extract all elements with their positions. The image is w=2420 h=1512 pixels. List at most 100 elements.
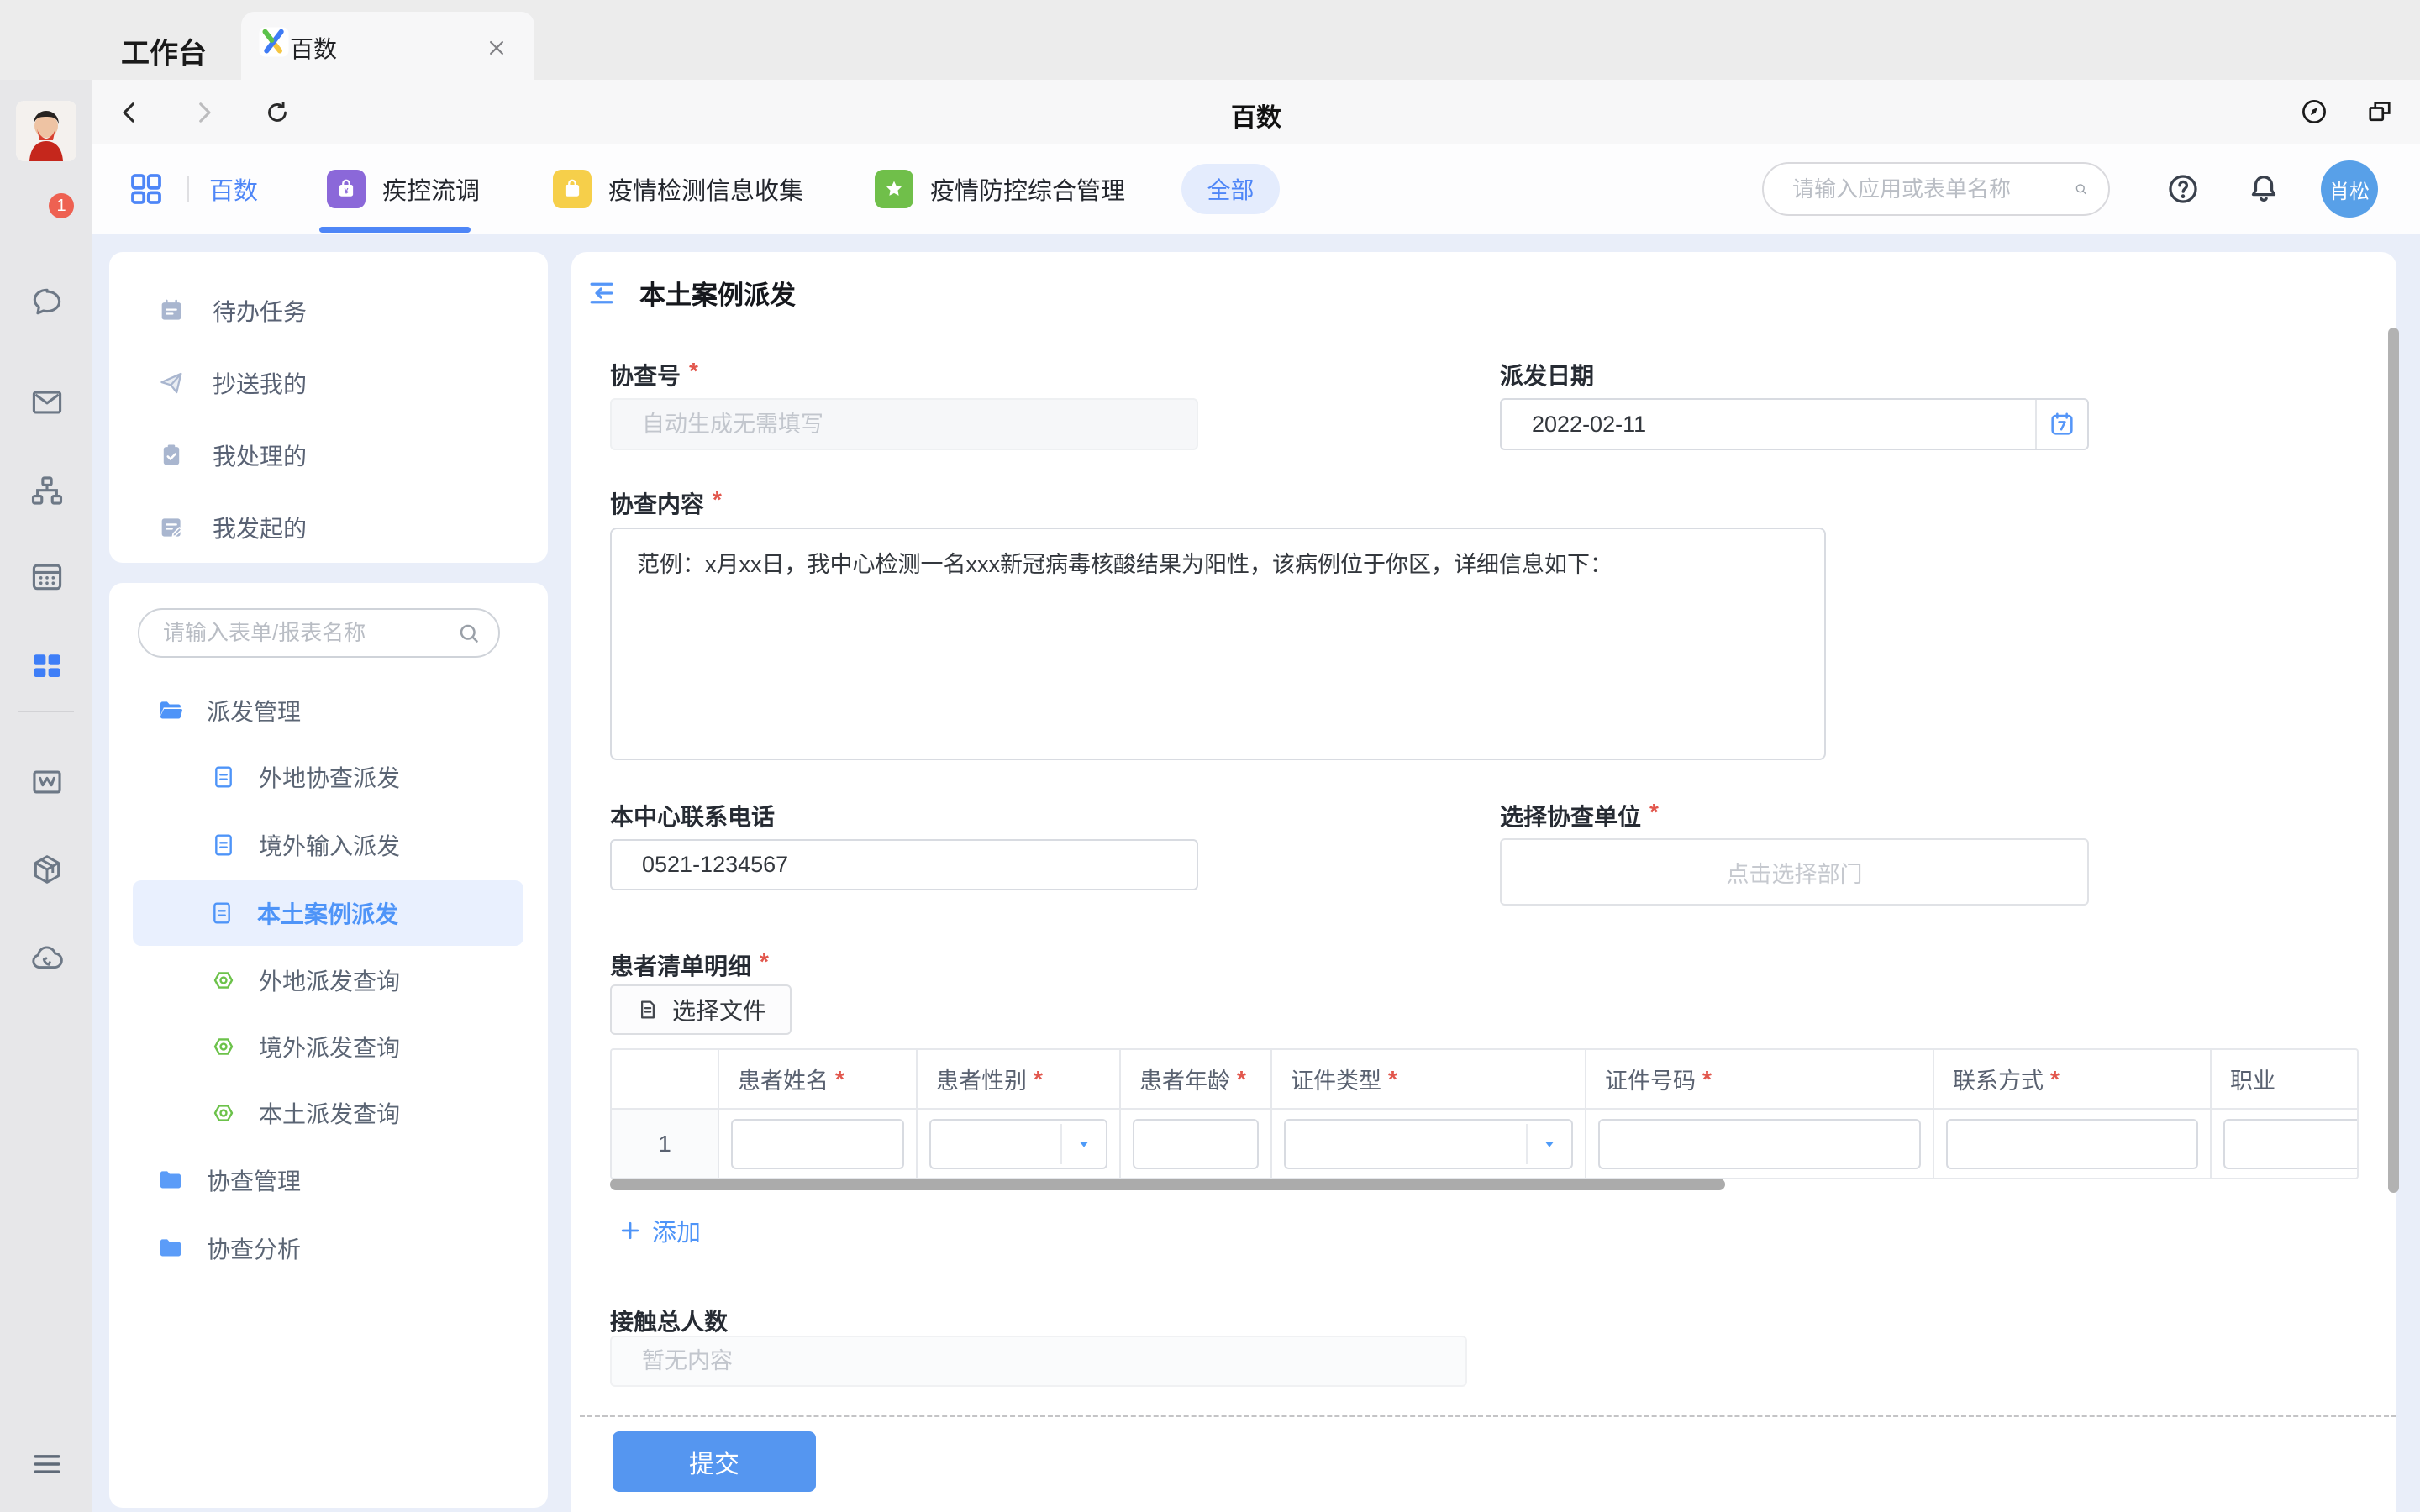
dropdown-caret-icon[interactable] (1074, 1134, 1094, 1154)
xiecha-no-input[interactable] (610, 398, 1198, 450)
apps-grid-icon[interactable] (126, 169, 166, 209)
nav-tab-epidemic-survey[interactable]: ¥ 疾控流调 (327, 170, 480, 208)
tree-item-overseas-dispatch-query[interactable]: 境外派发查询 (210, 1014, 400, 1079)
tree-label: 本土案例派发 (257, 896, 398, 930)
patient-gender-cell (918, 1110, 1121, 1178)
choose-file-button[interactable]: 选择文件 (610, 984, 792, 1035)
patient-age-input[interactable] (1133, 1119, 1259, 1169)
org-chart-icon[interactable] (29, 472, 66, 509)
form-search-box[interactable] (138, 608, 500, 658)
open-new-window-icon[interactable] (2365, 97, 2395, 127)
form-panel: 本土案例派发 协查号 派发日期 协查内容 范例：x月xx日，我中心检测一名xxx… (571, 252, 2396, 1512)
clipboard-check-icon (157, 441, 186, 470)
todo-calendar-icon (157, 297, 186, 325)
xiecha-content-textarea[interactable]: 范例：x月xx日，我中心检测一名xxx新冠病毒核酸结果为阳性，该病例位于你区，详… (610, 528, 1826, 760)
search-icon[interactable] (2074, 176, 2088, 202)
tree-item-outland-xiecha-dispatch[interactable]: 外地协查派发 (210, 744, 400, 810)
browser-tab-label: 百数 (290, 31, 337, 65)
sidebar-item-cc-to-me[interactable]: 抄送我的 (157, 358, 307, 408)
page-title: 百数 (92, 97, 2420, 134)
form-vertical-scrollbar[interactable] (2388, 328, 2399, 1193)
app-search-box[interactable] (1762, 162, 2110, 216)
sidebar-item-handled-by-me[interactable]: 我处理的 (157, 430, 307, 480)
tree-folder-dispatch-mgmt[interactable]: 派发管理 (156, 678, 301, 743)
contact-input[interactable] (1946, 1119, 2198, 1169)
date-picker-button[interactable] (2035, 400, 2087, 449)
rail-divider (18, 711, 74, 712)
dropdown-caret-icon[interactable] (1539, 1134, 1560, 1154)
workspace-cube-icon[interactable] (29, 851, 66, 888)
user-avatar[interactable]: 肖松 (2321, 160, 2378, 218)
col-rownum (612, 1050, 719, 1108)
window-title: 工作台 (121, 30, 207, 71)
tree-label: 境外派发查询 (259, 1030, 400, 1063)
app-search-input[interactable] (1792, 176, 2074, 202)
menu-item-label: 我发起的 (213, 511, 307, 544)
open-in-browser-icon[interactable] (2299, 97, 2329, 127)
patient-gender-select[interactable] (929, 1119, 1107, 1169)
browser-tab[interactable]: 百数 (241, 12, 534, 80)
center-phone-input[interactable] (610, 839, 1198, 890)
patient-name-input[interactable] (731, 1119, 904, 1169)
nav-all-pill[interactable]: 全部 (1181, 164, 1280, 214)
mail-icon[interactable] (29, 384, 66, 421)
epidemic-survey-app-icon: ¥ (327, 170, 366, 208)
field-label-select-unit: 选择协查单位 (1500, 799, 1659, 832)
docs-icon[interactable] (29, 764, 66, 801)
svg-text:¥: ¥ (345, 187, 349, 196)
id-type-select[interactable] (1284, 1119, 1573, 1169)
calendar-icon[interactable] (29, 558, 66, 595)
table-horizontal-scrollbar[interactable] (610, 1179, 1725, 1190)
id-type-cell (1272, 1110, 1586, 1178)
chat-unread-badge: 1 (49, 193, 74, 218)
folder-icon (156, 1166, 185, 1194)
form-search-input[interactable] (163, 620, 456, 646)
patients-table-row: 1 (612, 1110, 2357, 1178)
quick-menu-card: 待办任务 抄送我的 我处理的 我发起的 (109, 252, 548, 563)
nav-tab-label: 疫情防控综合管理 (930, 171, 1125, 207)
field-label-dispatch-date: 派发日期 (1500, 358, 1594, 391)
tree-folder-xiecha-analysis[interactable]: 协查分析 (156, 1215, 301, 1281)
patients-table: 患者姓名 患者性别 患者年龄 证件类型 证件号码 联系方式 职业 1 (610, 1048, 2359, 1179)
total-contacts-input[interactable] (610, 1336, 1467, 1387)
cloud-call-icon[interactable] (29, 939, 66, 976)
sidebar-item-todo-tasks[interactable]: 待办任务 (157, 286, 307, 336)
nav-home-baishu[interactable]: 百数 (209, 171, 258, 207)
tree-folder-xiecha-mgmt[interactable]: 协查管理 (156, 1147, 301, 1213)
tree-item-local-case-dispatch-selected[interactable]: 本土案例派发 (133, 880, 523, 946)
section-dashed-divider (580, 1415, 2396, 1417)
sidebar-item-started-by-me[interactable]: 我发起的 (157, 502, 307, 553)
patient-age-cell (1121, 1110, 1272, 1178)
tree-item-outland-dispatch-query[interactable]: 外地派发查询 (210, 948, 400, 1013)
file-icon (635, 997, 660, 1022)
browser-chrome: 百数 (0, 80, 2420, 144)
dispatch-date-field[interactable] (1500, 398, 2089, 450)
nav-tab-label: 疾控流调 (382, 171, 480, 207)
form-doc-icon (210, 832, 237, 858)
occupation-input[interactable] (2223, 1119, 2359, 1169)
submit-button[interactable]: 提交 (613, 1431, 816, 1492)
user-photo-avatar[interactable] (16, 101, 76, 161)
id-number-input[interactable] (1598, 1119, 1921, 1169)
col-id-type: 证件类型 (1272, 1050, 1586, 1108)
workbench-grid-icon[interactable] (29, 648, 66, 685)
add-row-button[interactable]: 添加 (618, 1213, 701, 1248)
select-unit-picker[interactable]: 点击选择部门 (1500, 838, 2089, 906)
tree-item-overseas-input-dispatch[interactable]: 境外输入派发 (210, 812, 400, 878)
patient-name-cell (719, 1110, 918, 1178)
help-icon[interactable] (2165, 171, 2202, 207)
more-menu-icon[interactable] (29, 1446, 66, 1483)
folder-icon (156, 1234, 185, 1263)
nav-tab-prevention-mgmt[interactable]: 疫情防控综合管理 (875, 170, 1125, 208)
search-icon[interactable] (456, 621, 481, 646)
tab-close-icon[interactable] (484, 35, 509, 60)
tree-label: 派发管理 (207, 694, 301, 727)
dispatch-date-input[interactable] (1502, 400, 2035, 449)
tree-item-local-dispatch-query[interactable]: 本土派发查询 (210, 1080, 400, 1146)
nav-tab-test-info-collect[interactable]: 疫情检测信息收集 (553, 170, 803, 208)
notification-bell-icon[interactable] (2245, 171, 2282, 207)
app-nav-bar: 百数 ¥ 疾控流调 疫情检测信息收集 疫情防控综合管理 全部 肖松 (92, 144, 2420, 234)
collapse-back-icon[interactable] (586, 277, 618, 309)
patients-table-header: 患者姓名 患者性别 患者年龄 证件类型 证件号码 联系方式 职业 (612, 1050, 2357, 1110)
chat-icon[interactable] (29, 283, 66, 320)
